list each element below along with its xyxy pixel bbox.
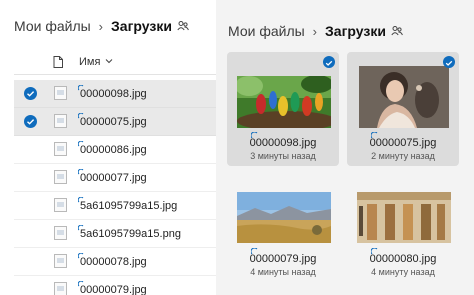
file-tile[interactable]: 00000079.jpg 4 минуты назад xyxy=(227,178,339,292)
file-list: 00000098.jpg 00000075.jpg 00000086.jpg 0… xyxy=(14,80,216,295)
file-row[interactable]: 5a61095799a15.png xyxy=(14,220,216,248)
breadcrumb-current-folder: Загрузки xyxy=(325,23,386,39)
file-row[interactable]: 00000077.jpg xyxy=(14,164,216,192)
file-name: 00000098.jpg xyxy=(80,88,147,100)
tile-modified-time: 4 минуты назад xyxy=(250,267,316,277)
list-header: Имя xyxy=(14,50,216,75)
image-thumbnail-portrait[interactable] xyxy=(359,66,449,128)
file-row[interactable]: 00000075.jpg xyxy=(14,108,216,136)
image-file-icon xyxy=(54,86,67,100)
file-name: 5a61095799a15.jpg xyxy=(80,200,178,212)
image-file-icon xyxy=(54,142,67,156)
image-thumbnail-parrots[interactable] xyxy=(237,76,331,128)
tile-file-name: 00000075.jpg xyxy=(369,137,437,149)
tile-modified-time: 4 минуту назад xyxy=(371,267,435,277)
image-file-icon xyxy=(54,226,67,240)
breadcrumb-my-files[interactable]: Мои файлы xyxy=(228,23,305,39)
tile-modified-time: 2 минуту назад xyxy=(371,151,435,161)
tile-file-name: 00000079.jpg xyxy=(249,253,317,265)
file-tile[interactable]: 00000080.jpg 4 минуту назад xyxy=(347,178,459,292)
grid-view-pane: Мои файлы › Загрузки 00000098.jpg 3 мину… xyxy=(216,0,474,295)
file-name: 00000079.jpg xyxy=(80,284,147,295)
breadcrumb-separator: › xyxy=(312,23,318,39)
checkmark-icon[interactable] xyxy=(24,87,37,100)
file-type-icon[interactable] xyxy=(53,56,63,68)
chevron-down-icon[interactable] xyxy=(105,57,113,65)
file-name: 00000077.jpg xyxy=(80,172,147,184)
column-header-name[interactable]: Имя xyxy=(79,56,100,68)
tile-modified-time: 3 минуты назад xyxy=(250,151,316,161)
breadcrumb: Мои файлы › Загрузки xyxy=(228,20,403,42)
tile-file-name: 00000080.jpg xyxy=(369,253,437,265)
file-name: 00000078.jpg xyxy=(80,256,147,268)
file-row[interactable]: 00000086.jpg xyxy=(14,136,216,164)
breadcrumb: Мои файлы › Загрузки xyxy=(14,14,189,38)
image-thumbnail-landscape[interactable] xyxy=(237,192,331,243)
file-tile[interactable]: 00000098.jpg 3 минуты назад xyxy=(227,52,339,166)
checkmark-icon[interactable] xyxy=(24,115,37,128)
file-row[interactable]: 00000079.jpg xyxy=(14,276,216,295)
file-row[interactable]: 00000098.jpg xyxy=(14,80,216,108)
file-name: 00000086.jpg xyxy=(80,144,147,156)
image-file-icon xyxy=(54,282,67,295)
tile-file-name: 00000098.jpg xyxy=(249,137,317,149)
image-thumbnail-egyptian-relief[interactable] xyxy=(357,192,451,243)
image-file-icon xyxy=(54,114,67,128)
shared-people-icon xyxy=(177,21,189,31)
checkmark-icon[interactable] xyxy=(323,56,335,68)
shared-people-icon xyxy=(391,26,403,36)
file-name: 00000075.jpg xyxy=(80,116,147,128)
list-view-pane: Мои файлы › Загрузки Имя 00000098.jpg 00… xyxy=(0,0,216,295)
image-file-icon xyxy=(54,170,67,184)
file-name: 5a61095799a15.png xyxy=(80,228,181,240)
checkmark-icon[interactable] xyxy=(443,56,455,68)
image-file-icon xyxy=(54,254,67,268)
breadcrumb-current-folder: Загрузки xyxy=(111,18,172,34)
breadcrumb-separator: › xyxy=(98,18,104,34)
file-row[interactable]: 00000078.jpg xyxy=(14,248,216,276)
image-file-icon xyxy=(54,198,67,212)
breadcrumb-my-files[interactable]: Мои файлы xyxy=(14,18,91,34)
file-tile[interactable]: 00000075.jpg 2 минуту назад xyxy=(347,52,459,166)
file-row[interactable]: 5a61095799a15.jpg xyxy=(14,192,216,220)
